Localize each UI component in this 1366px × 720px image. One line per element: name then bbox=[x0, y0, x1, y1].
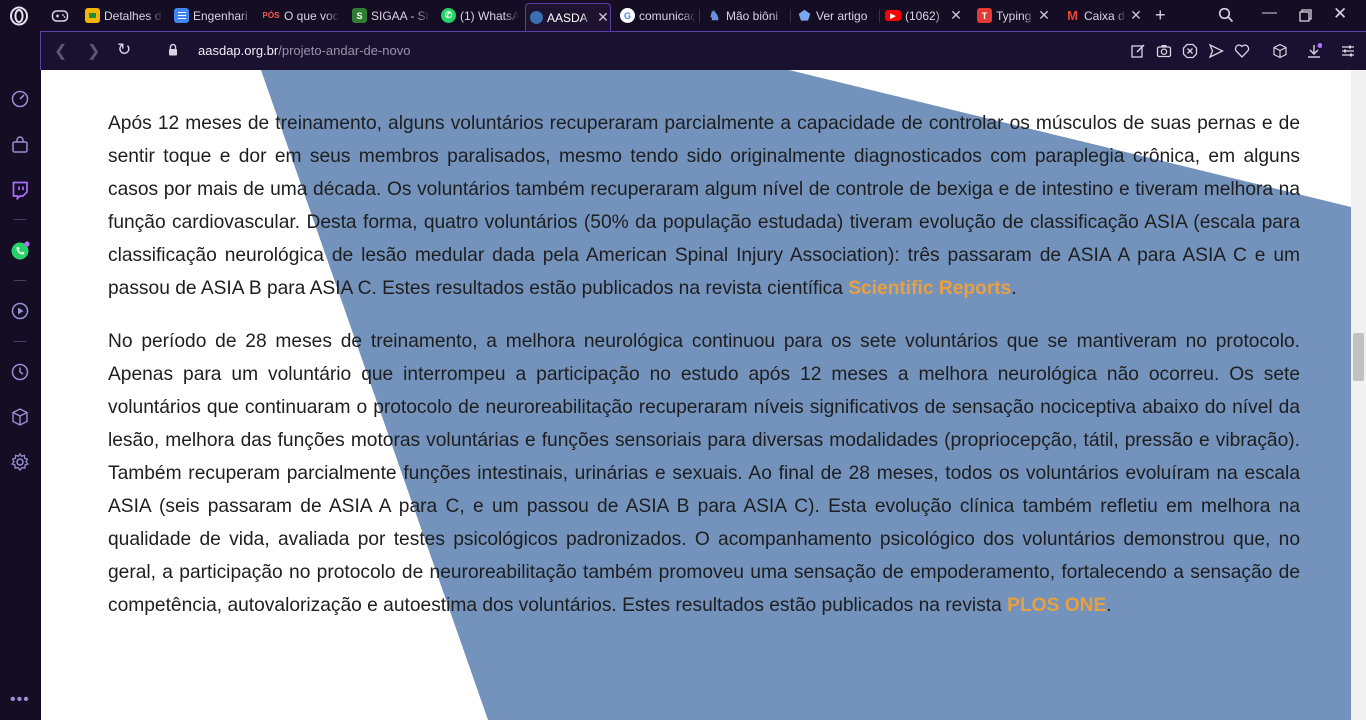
paragraph-text: Após 12 meses de treinamento, alguns vol… bbox=[108, 113, 1300, 299]
close-tab-icon[interactable]: ✕ bbox=[949, 7, 963, 24]
history-icon[interactable] bbox=[10, 362, 30, 382]
tab-youtube[interactable]: ▶ (1062) ✕ bbox=[885, 3, 963, 28]
close-tab-icon[interactable]: ✕ bbox=[1037, 7, 1051, 24]
tab-label: Mão biôni bbox=[726, 8, 779, 23]
paragraph-end: . bbox=[1011, 278, 1017, 299]
tab-engenharia[interactable]: Engenhari bbox=[174, 3, 254, 28]
scholar-icon: ⬟ bbox=[798, 7, 811, 23]
download-icon[interactable] bbox=[1306, 43, 1322, 59]
tab-whatsapp[interactable]: ✆ (1) WhatsA bbox=[441, 3, 519, 28]
bag-icon[interactable] bbox=[10, 135, 30, 155]
tab-detalhes[interactable]: Detalhes d bbox=[85, 3, 163, 28]
tab-separator bbox=[699, 9, 700, 23]
gmail-icon: M bbox=[1067, 8, 1078, 23]
tab-label: comunicaç bbox=[639, 8, 696, 23]
close-window-button[interactable]: ✕ bbox=[1333, 4, 1347, 24]
sidebar-separator bbox=[14, 280, 26, 281]
more-icon[interactable]: ••• bbox=[10, 691, 30, 709]
typing-icon: T bbox=[977, 8, 992, 23]
opera-menu-icon[interactable] bbox=[9, 6, 29, 26]
tab-label: Typing bbox=[996, 8, 1032, 23]
minimize-button[interactable]: — bbox=[1262, 4, 1277, 21]
sigaa-icon: S bbox=[352, 8, 367, 23]
paragraph-end: . bbox=[1106, 595, 1112, 616]
extensions-cube-icon[interactable] bbox=[1272, 43, 1288, 59]
tab-mao-bionica[interactable]: ♞ Mão biôni bbox=[707, 3, 787, 28]
tab-label: Engenhari bbox=[193, 8, 248, 23]
tab-comunicacao[interactable]: G comunicaç bbox=[620, 3, 696, 28]
google-icon: G bbox=[620, 8, 635, 23]
youtube-icon: ▶ bbox=[885, 10, 901, 21]
tab-aasdap-active[interactable]: AASDA ✕ bbox=[525, 3, 611, 31]
aasdap-icon bbox=[530, 11, 543, 24]
close-tab-icon[interactable]: ✕ bbox=[1129, 7, 1143, 24]
tab-label: SIGAA - Si bbox=[371, 8, 429, 23]
paragraph-1: Após 12 meses de treinamento, alguns vol… bbox=[108, 107, 1300, 305]
plos-one-link[interactable]: PLOS ONE bbox=[1007, 595, 1106, 616]
camera-icon[interactable] bbox=[1156, 43, 1172, 59]
url-domain: aasdap.org.br bbox=[198, 43, 279, 58]
article-text: Após 12 meses de treinamento, alguns vol… bbox=[108, 107, 1300, 642]
tab-ver-artigo[interactable]: ⬟ Ver artigo bbox=[797, 3, 877, 28]
tab-gmail[interactable]: M Caixa d ✕ bbox=[1065, 3, 1143, 28]
sidebar: ••• bbox=[0, 31, 40, 720]
url-field[interactable]: aasdap.org.br/projeto-andar-de-novo bbox=[198, 43, 410, 58]
web-page: Após 12 meses de treinamento, alguns vol… bbox=[41, 70, 1351, 720]
tab-o-que-voce[interactable]: PÓS O que voc bbox=[262, 3, 340, 28]
address-bar: ❮ ❯ ↻ aasdap.org.br/projeto-andar-de-nov… bbox=[40, 31, 1366, 70]
edit-icon[interactable] bbox=[1130, 43, 1146, 59]
tab-label: Ver artigo bbox=[816, 8, 868, 23]
tab-sigaa[interactable]: S SIGAA - Si bbox=[352, 3, 430, 28]
tab-label: O que voc bbox=[284, 8, 339, 23]
pos-icon: PÓS bbox=[262, 11, 280, 20]
sidebar-separator bbox=[14, 219, 26, 220]
page-scrollbar[interactable] bbox=[1351, 70, 1366, 720]
restore-button[interactable] bbox=[1299, 9, 1312, 22]
search-tabs-icon[interactable] bbox=[1218, 7, 1234, 23]
close-tab-icon[interactable]: ✕ bbox=[596, 9, 610, 26]
sidebar-separator bbox=[14, 341, 26, 342]
twitch-icon[interactable] bbox=[10, 180, 30, 200]
gamepad-icon[interactable] bbox=[51, 8, 69, 24]
back-button[interactable]: ❮ bbox=[54, 41, 67, 61]
whatsapp-icon: ✆ bbox=[441, 8, 456, 23]
scroll-thumb[interactable] bbox=[1353, 333, 1364, 381]
tab-label: Caixa d bbox=[1084, 8, 1125, 23]
heart-icon[interactable] bbox=[1234, 43, 1250, 59]
paragraph-2: No período de 28 meses de treinamento, a… bbox=[108, 325, 1300, 622]
tab-label: (1062) bbox=[905, 8, 940, 23]
paragraph-text: No período de 28 meses de treinamento, a… bbox=[108, 331, 1300, 616]
url-path: /projeto-andar-de-novo bbox=[278, 43, 411, 58]
forward-button[interactable]: ❯ bbox=[87, 41, 100, 61]
send-icon[interactable] bbox=[1208, 43, 1224, 59]
adblock-icon[interactable] bbox=[1182, 43, 1198, 59]
person-icon: ♞ bbox=[708, 7, 721, 23]
settings-gear-icon[interactable] bbox=[10, 452, 30, 472]
tab-typing[interactable]: T Typing ✕ bbox=[977, 3, 1051, 28]
lock-icon[interactable] bbox=[168, 43, 178, 56]
classroom-icon bbox=[85, 8, 100, 23]
extensions-cube-icon[interactable] bbox=[10, 407, 30, 427]
reload-button[interactable]: ↻ bbox=[117, 40, 131, 60]
easy-setup-icon[interactable] bbox=[1340, 43, 1356, 59]
tab-label: Detalhes d bbox=[104, 8, 162, 23]
scientific-reports-link[interactable]: Scientific Reports bbox=[848, 278, 1011, 299]
docs-icon bbox=[174, 8, 189, 23]
player-icon[interactable] bbox=[10, 301, 30, 321]
whatsapp-icon[interactable] bbox=[10, 241, 30, 261]
speed-dial-icon[interactable] bbox=[10, 89, 30, 109]
tab-label: AASDA bbox=[547, 10, 588, 25]
tab-bar: Detalhes d Engenhari PÓS O que voc S SIG… bbox=[0, 0, 1366, 31]
tab-separator bbox=[790, 9, 791, 23]
tab-separator bbox=[879, 9, 880, 23]
new-tab-button[interactable]: + bbox=[1155, 5, 1166, 26]
tab-label: (1) WhatsA bbox=[460, 8, 519, 23]
